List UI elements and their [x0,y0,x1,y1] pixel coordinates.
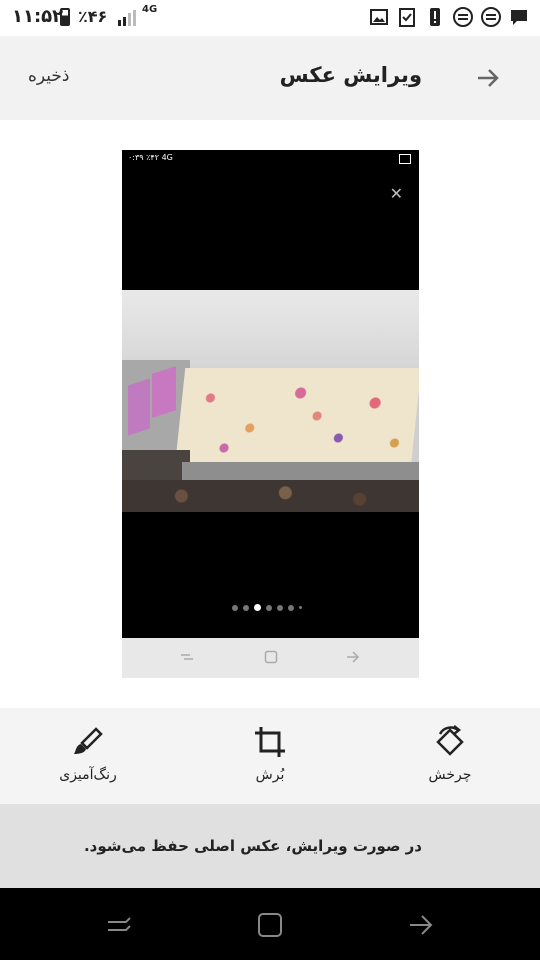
app-icon [452,6,474,28]
alert-icon [424,6,446,28]
rotate-icon [436,725,464,756]
paint-tool-label: رنگ‌آمیزی [59,767,117,783]
crop-tool-label: بُرش [255,767,285,783]
save-button[interactable]: ذخیره [28,66,70,86]
signal-icon [118,10,136,26]
page-dot [288,604,294,611]
recent-apps-icon [181,654,193,660]
notice-text: در صورت ویرایش، عکس اصلی حفظ می‌شود. [83,837,422,855]
status-bar: ۱۱:۵۲ ٪۴۶ 4G [0,0,540,36]
back-arrow-icon[interactable] [474,64,502,92]
page-dot [232,604,238,611]
back-button[interactable] [408,912,434,938]
preview-status-text: ۰:۳۹ ٪۴۲ 4G [128,153,173,162]
page-dot [243,604,249,611]
page-title: ویرایش عکس [279,63,422,87]
home-button[interactable] [257,912,283,938]
paint-tool-button[interactable]: رنگ‌آمیزی [28,724,148,783]
app-icon [480,6,502,28]
page-dot-active [254,604,261,611]
notice-bar: در صورت ویرایش، عکس اصلی حفظ می‌شود. [0,804,540,888]
image-icon [368,6,390,28]
bed-photo [122,290,419,512]
rotate-tool-button[interactable]: چرخش [390,724,510,783]
home-icon [264,650,278,664]
recent-apps-icon[interactable] [106,912,132,938]
notification-icons [368,6,530,28]
back-icon [347,651,360,663]
preview-nav-bar [122,638,419,678]
system-nav-bar [0,888,540,960]
page-dot [277,604,283,611]
edit-toolbar: رنگ‌آمیزی بُرش چرخش [0,708,540,804]
battery-percent: ٪۴۶ [78,7,108,26]
top-app-bar: ویرایش عکس ذخیره [0,36,540,120]
status-time: ۱۱:۵۲ [12,6,64,27]
rotate-tool-label: چرخش [428,767,472,783]
page-dot [299,606,302,609]
crop-icon [255,727,285,757]
page-dot [266,604,272,611]
brush-icon [74,727,103,754]
gallery-icon [399,154,411,164]
close-icon: ✕ [389,184,403,203]
page-indicator [232,604,302,611]
crop-tool-button[interactable]: بُرش [210,724,330,783]
network-type: 4G [142,4,158,15]
checklist-icon [396,6,418,28]
photo-preview[interactable]: ۰:۳۹ ٪۴۲ 4G ✕ [122,150,419,678]
battery-icon [60,8,70,26]
message-icon [508,6,530,28]
